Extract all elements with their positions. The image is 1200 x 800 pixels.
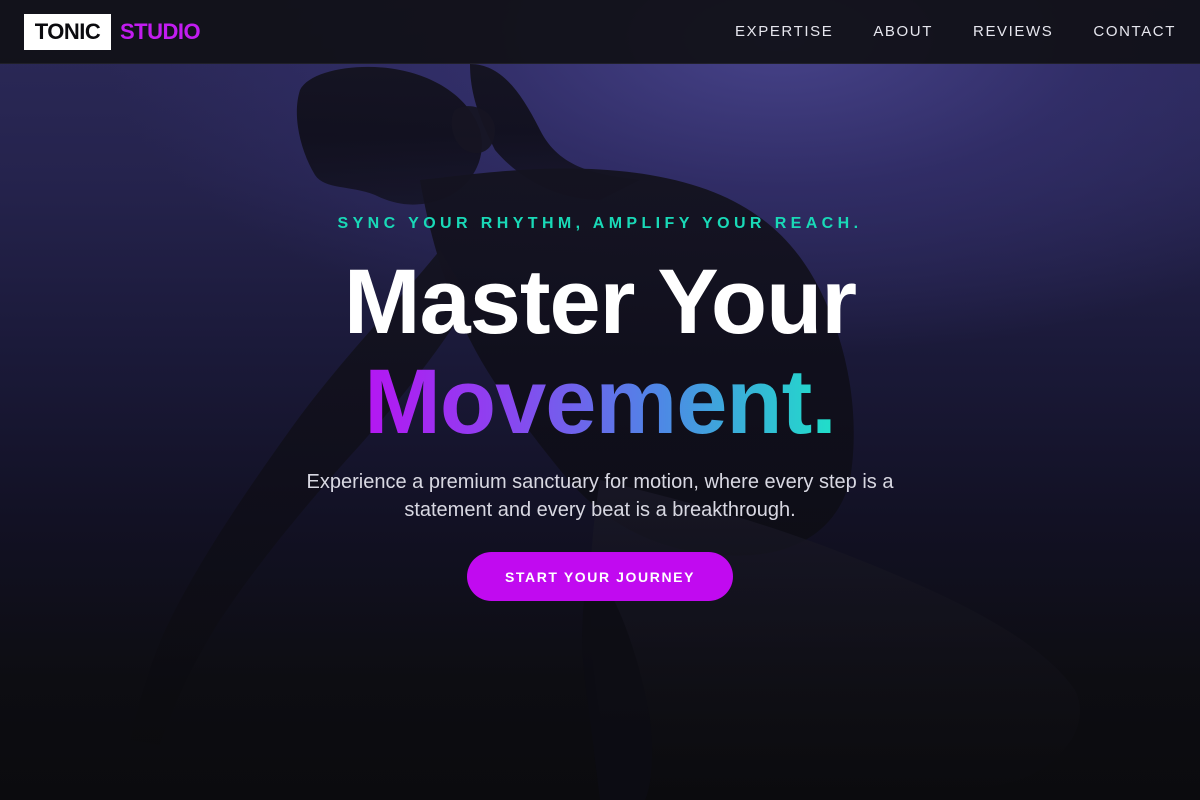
nav-link-about[interactable]: ABOUT bbox=[873, 23, 933, 40]
logo-link[interactable]: TONIC STUDIO bbox=[24, 13, 201, 50]
nav-link-contact[interactable]: CONTACT bbox=[1093, 23, 1176, 40]
nav-link-reviews[interactable]: REVIEWS bbox=[973, 23, 1053, 40]
hero-headline: Master Your Movement. bbox=[0, 252, 1200, 452]
hero-headline-line2: Movement. bbox=[364, 351, 837, 453]
nav-link-expertise[interactable]: EXPERTISE bbox=[735, 23, 833, 40]
nav-links: EXPERTISE ABOUT REVIEWS CONTACT bbox=[735, 23, 1176, 41]
hero-subtext: Experience a premium sanctuary for motio… bbox=[306, 471, 894, 521]
hero-headline-line1: Master Your bbox=[343, 251, 857, 353]
landing-page: TONIC STUDIO EXPERTISE ABOUT REVIEWS CON… bbox=[0, 0, 1200, 800]
logo-primary: TONIC bbox=[24, 13, 111, 50]
top-navbar: TONIC STUDIO EXPERTISE ABOUT REVIEWS CON… bbox=[0, 0, 1200, 64]
hero-tagline: SYNC YOUR RHYTHM, AMPLIFY YOUR REACH. bbox=[337, 215, 863, 232]
start-journey-button[interactable]: START YOUR JOURNEY bbox=[467, 552, 733, 601]
hero-section: SYNC YOUR RHYTHM, AMPLIFY YOUR REACH. Ma… bbox=[0, 64, 1200, 800]
logo-secondary: STUDIO bbox=[120, 18, 201, 44]
